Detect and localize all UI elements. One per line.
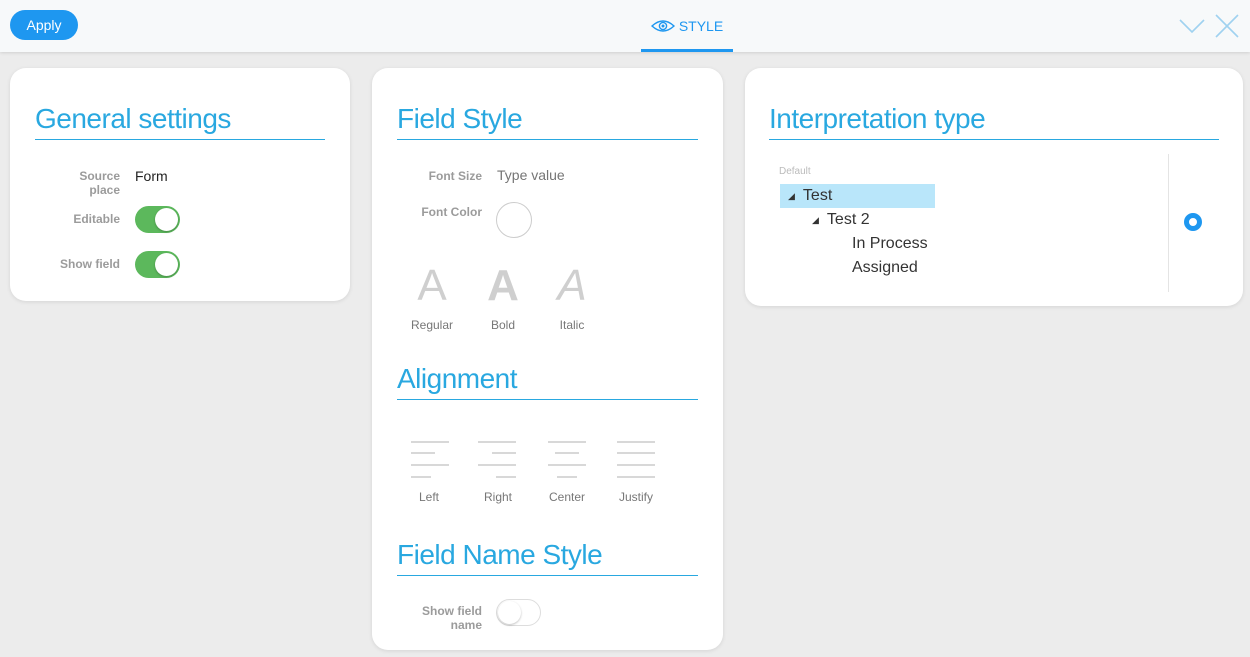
font-size-label: Font Size bbox=[428, 169, 482, 183]
font-color-label: Font Color bbox=[421, 205, 482, 219]
editable-label: Editable bbox=[73, 212, 120, 226]
vertical-divider bbox=[1168, 154, 1169, 292]
font-size-input[interactable] bbox=[497, 167, 647, 183]
tree-node-test-label: Test bbox=[802, 187, 833, 205]
tab-style[interactable]: STYLE bbox=[641, 0, 733, 52]
tab-style-label: STYLE bbox=[678, 18, 724, 34]
editable-toggle[interactable] bbox=[135, 206, 180, 233]
tree-node-test[interactable]: ◢ Test bbox=[780, 184, 935, 208]
source-place-value: Form bbox=[135, 168, 168, 184]
font-bold-glyph: A bbox=[487, 261, 519, 310]
font-bold-label: Bold bbox=[490, 318, 516, 332]
tree-expand-icon[interactable]: ◢ bbox=[788, 184, 795, 208]
align-left-label: Left bbox=[418, 490, 439, 504]
field-name-style-title: Field Name Style bbox=[397, 538, 698, 576]
top-toolbar: Apply STYLE bbox=[0, 0, 1250, 52]
tree-leaf-in-process[interactable]: In Process bbox=[852, 232, 928, 256]
tree-expand-icon[interactable]: ◢ bbox=[812, 208, 819, 232]
interpretation-radio[interactable] bbox=[1184, 213, 1202, 231]
tree-leaf-assigned[interactable]: Assigned bbox=[852, 256, 918, 280]
eye-icon bbox=[650, 20, 675, 32]
general-settings-title: General settings bbox=[35, 102, 325, 140]
align-left-option[interactable]: Left bbox=[404, 440, 454, 504]
interpretation-type-title: Interpretation type bbox=[769, 102, 1219, 140]
show-field-name-toggle[interactable] bbox=[496, 599, 541, 626]
align-right-label: Right bbox=[483, 490, 512, 504]
source-place-label: Source place bbox=[79, 169, 120, 197]
field-style-card: Field Style Font Size Font Color A Regul… bbox=[372, 68, 723, 650]
interpretation-tree: Default ◢ Test ◢ Test 2 In Process Assigne… bbox=[769, 154, 1169, 294]
font-regular-option[interactable]: A Regular bbox=[402, 260, 462, 332]
chevron-down-icon[interactable] bbox=[1178, 12, 1206, 40]
align-justify-label: Justify bbox=[618, 490, 653, 504]
align-right-icon bbox=[478, 441, 516, 478]
align-center-icon bbox=[548, 441, 586, 478]
font-regular-label: Regular bbox=[410, 318, 454, 332]
align-center-label: Center bbox=[548, 490, 586, 504]
apply-button[interactable]: Apply bbox=[10, 10, 78, 40]
field-style-title: Field Style bbox=[397, 102, 698, 140]
font-italic-option[interactable]: A Italic bbox=[542, 260, 602, 332]
font-italic-glyph: A bbox=[557, 261, 587, 310]
tree-default-label: Default bbox=[779, 166, 811, 177]
align-justify-option[interactable]: Justify bbox=[611, 440, 661, 504]
font-italic-label: Italic bbox=[559, 318, 585, 332]
align-right-option[interactable]: Right bbox=[473, 440, 523, 504]
align-justify-icon bbox=[617, 441, 655, 478]
show-field-name-label: Show field name bbox=[422, 604, 482, 632]
general-settings-card: General settings Source place Form Edita… bbox=[10, 68, 350, 301]
align-left-icon bbox=[411, 441, 449, 478]
show-field-label: Show field bbox=[60, 257, 120, 271]
font-bold-option[interactable]: A Bold bbox=[473, 260, 533, 332]
show-field-toggle[interactable] bbox=[135, 251, 180, 278]
interpretation-type-card: Interpretation type Default ◢ Test ◢ Test … bbox=[745, 68, 1243, 306]
font-color-picker[interactable] bbox=[496, 202, 532, 238]
font-regular-glyph: A bbox=[417, 261, 447, 310]
align-center-option[interactable]: Center bbox=[542, 440, 592, 504]
alignment-title: Alignment bbox=[397, 362, 698, 400]
tree-node-test-2[interactable]: ◢ Test 2 bbox=[812, 208, 870, 232]
tree-node-test-2-label: Test 2 bbox=[826, 211, 870, 229]
close-icon[interactable] bbox=[1213, 12, 1241, 40]
